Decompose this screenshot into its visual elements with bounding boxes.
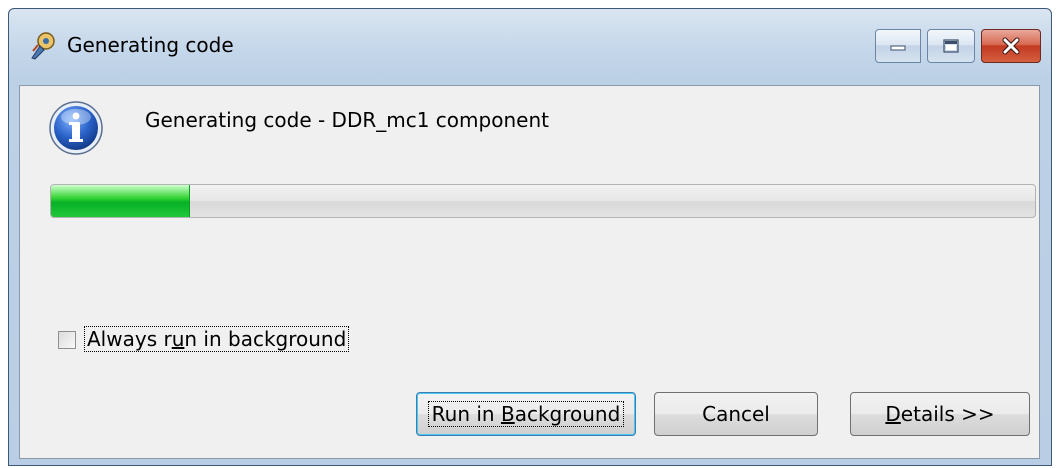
- button-label-part: etails >>: [900, 402, 995, 426]
- window-title: Generating code: [67, 33, 234, 57]
- info-icon: [49, 101, 103, 155]
- button-label-part: ackground: [514, 402, 621, 426]
- app-icon: [31, 32, 55, 60]
- dialog-window: Generating code Generating code - DDR_mc…: [8, 8, 1052, 466]
- run-in-background-label: Run in Background: [427, 401, 625, 427]
- checkbox-label-part: n in background: [184, 327, 347, 351]
- cancel-label: Cancel: [702, 402, 770, 426]
- details-label: Details >>: [882, 402, 997, 426]
- title-bar[interactable]: Generating code: [9, 9, 1051, 85]
- minimize-icon: [890, 45, 906, 51]
- button-accesskey: D: [885, 402, 901, 426]
- run-in-background-button[interactable]: Run in Background: [416, 392, 636, 436]
- dialog-client-area: Generating code - DDR_mc1 component Alwa…: [19, 85, 1040, 459]
- maximize-icon: [943, 39, 959, 53]
- minimize-button[interactable]: [875, 29, 921, 63]
- checkbox-accesskey: u: [171, 327, 185, 351]
- progress-bar: [50, 184, 1036, 218]
- button-label-part: Run in: [431, 402, 501, 426]
- always-run-background-checkbox[interactable]: [58, 331, 76, 349]
- checkbox-label-part: Always r: [87, 327, 172, 351]
- cancel-button[interactable]: Cancel: [654, 392, 818, 436]
- close-icon: [1002, 37, 1020, 55]
- maximize-button[interactable]: [927, 29, 975, 63]
- progress-fill: [51, 185, 190, 217]
- status-message: Generating code - DDR_mc1 component: [145, 108, 549, 132]
- details-button[interactable]: Details >>: [850, 392, 1030, 436]
- always-run-background-label[interactable]: Always run in background: [84, 326, 350, 352]
- button-accesskey: B: [500, 402, 515, 426]
- close-button[interactable]: [981, 29, 1041, 63]
